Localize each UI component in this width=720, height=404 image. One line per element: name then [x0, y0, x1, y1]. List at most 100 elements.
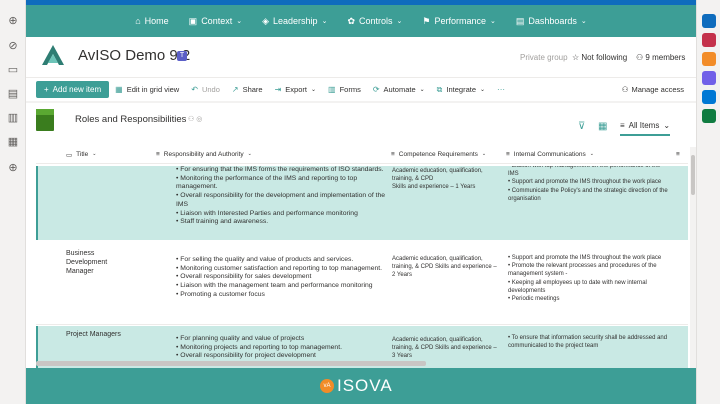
- isova-badge-icon: vA: [320, 379, 334, 393]
- chevron-down-icon: ⌄: [92, 151, 97, 157]
- right-rail-app-icon-2[interactable]: [702, 52, 716, 66]
- column-header-2[interactable]: ≡ Competence Requirements ⌄: [391, 151, 486, 158]
- nav-item-label: Leadership: [273, 16, 318, 26]
- list-view-icon: ≡: [620, 121, 625, 130]
- responsibility-item: For planning quality and value of projec…: [176, 335, 388, 344]
- nav-item-home[interactable]: ⌂ Home: [125, 5, 178, 37]
- forms-button[interactable]: ▥ Forms: [322, 85, 367, 94]
- automate-icon: ⟳: [372, 85, 380, 94]
- column-header-1[interactable]: ≡ Responsibility and Authority ⌄: [156, 151, 252, 158]
- star-icon: ☆: [572, 53, 580, 62]
- chevron-down-icon: ⌄: [396, 18, 403, 25]
- responsibility-item: Staff training and awareness.: [176, 218, 388, 227]
- left-rail-icon-2[interactable]: ▭: [7, 64, 19, 76]
- more-icon: ···: [497, 85, 506, 94]
- automate-button[interactable]: ⟳ Automate ⌄: [367, 85, 431, 94]
- right-rail-app-icon-0[interactable]: [702, 14, 716, 28]
- left-rail-icon-5[interactable]: ▦: [7, 136, 19, 148]
- follow-button[interactable]: ☆ Not following: [572, 53, 627, 62]
- nav-item-leadership[interactable]: ◈ Leadership ⌄: [252, 5, 337, 37]
- horizontal-scrollbar[interactable]: [36, 361, 426, 366]
- scrollbar-thumb[interactable]: [691, 155, 695, 195]
- cmd-label: Export: [285, 85, 307, 94]
- integrate-button[interactable]: ⧉ Integrate ⌄: [431, 85, 491, 95]
- responsibility-item: Monitoring projects and reporting to top…: [176, 344, 388, 353]
- nav-item-controls[interactable]: ✿ Controls ⌄: [337, 5, 412, 37]
- competence-cell: Academic education, qualification, train…: [392, 337, 497, 360]
- right-rail-app-icon-4[interactable]: [702, 90, 716, 104]
- filter-icon[interactable]: ⊽: [578, 121, 585, 132]
- aviso-logo[interactable]: [40, 43, 66, 69]
- manage-access-button[interactable]: ⚇ Manage access: [622, 85, 684, 94]
- members-label: 9 members: [645, 53, 686, 62]
- responsibility-item: For selling the quality and value of pro…: [176, 256, 388, 265]
- nav-item-context[interactable]: ▣ Context ⌄: [179, 5, 252, 37]
- undo-button[interactable]: ↶ Undo: [185, 85, 226, 94]
- chevron-down-icon: ⌄: [321, 18, 328, 25]
- responsibility-item: Overall responsibility for the developme…: [176, 192, 388, 209]
- left-rail-icon-1[interactable]: ⊘: [7, 40, 19, 52]
- vertical-scrollbar[interactable]: [690, 147, 696, 368]
- chevron-down-icon: ⌄: [480, 87, 486, 93]
- command-bar: + Add new item ▦ Edit in grid view ↶ Undo ↗ S…: [26, 77, 696, 101]
- right-rail-app-icon-5[interactable]: [702, 109, 716, 123]
- left-app-rail: ⊕ ⊘ ▭ ▤ ▥ ▦ ⊕: [0, 0, 26, 404]
- cmd-label: Forms: [339, 85, 361, 94]
- more-button[interactable]: ···: [491, 85, 511, 94]
- column-type-icon: ≡: [156, 151, 160, 158]
- members-button[interactable]: ⚇ 9 members: [636, 53, 685, 62]
- row-title[interactable]: Project Managers: [66, 330, 136, 339]
- chevron-down-icon: ⌄: [580, 18, 587, 25]
- responsibility-item: Monitoring customer satisfaction and rep…: [176, 265, 388, 274]
- left-rail-icon-4[interactable]: ▥: [7, 112, 19, 124]
- column-header-label: Competence Requirements: [398, 151, 478, 158]
- column-type-icon: ≡: [391, 151, 395, 158]
- list-title[interactable]: Roles and Responsibilities: [75, 114, 186, 125]
- list-area: Roles and Responsibilities ⚇ ◎ ⊽ ▦ ≡ All…: [26, 103, 696, 368]
- column-header-0[interactable]: ▭ Title ⌄: [66, 151, 96, 159]
- person-icon: ⚇: [621, 85, 629, 94]
- right-rail-app-icon-3[interactable]: [702, 71, 716, 85]
- footer-brand: ISOVA: [337, 376, 393, 395]
- communications-list: Liaison with top management on the perfo…: [508, 166, 668, 203]
- communication-item: Keeping all employees up to date with ne…: [508, 279, 668, 295]
- row-title[interactable]: Business Development Manager: [66, 249, 136, 276]
- left-rail-icon-3[interactable]: ▤: [7, 88, 19, 100]
- grid-view-icon[interactable]: ▦: [598, 121, 607, 132]
- left-rail-icon-0[interactable]: ⊕: [7, 15, 19, 27]
- nav-item-label: Controls: [358, 16, 393, 26]
- home-icon: ⌂: [135, 16, 141, 26]
- communications-list: To ensure that information security shal…: [508, 334, 668, 350]
- export-button[interactable]: ⇥ Export ⌄: [269, 85, 322, 94]
- add-new-item-button[interactable]: + Add new item: [36, 81, 110, 98]
- flag-icon: ⚑: [422, 15, 431, 26]
- communication-item: To ensure that information security shal…: [508, 334, 668, 350]
- nav-item-label: Dashboards: [528, 16, 577, 26]
- responsibility-list: For planning quality and value of projec…: [176, 335, 388, 361]
- table-row[interactable]: Business Development Manager For selling …: [36, 243, 688, 325]
- communication-item: Promote the relevant processes and proce…: [508, 262, 668, 278]
- teams-icon[interactable]: T: [177, 51, 187, 61]
- site-title[interactable]: AvISO Demo 9.2: [78, 47, 190, 64]
- column-header-3[interactable]: ≡ Internal Communications ⌄: [506, 151, 594, 158]
- nav-item-dashboards[interactable]: ▤ Dashboards ⌄: [506, 5, 597, 37]
- right-rail-app-icon-1[interactable]: [702, 33, 716, 47]
- chevron-down-icon: ⌄: [310, 87, 317, 93]
- nav-item-performance[interactable]: ⚑ Performance ⌄: [412, 5, 505, 37]
- view-selector[interactable]: ≡ All Items ⌄: [620, 121, 671, 136]
- column-type-icon: ▭: [66, 152, 73, 159]
- share-button[interactable]: ↗ Share: [226, 85, 269, 94]
- edit-in-grid-view-button[interactable]: ▦ Edit in grid view: [109, 85, 185, 94]
- list-icon: [36, 109, 54, 131]
- column-headers: ▭ Title ⌄ ≡ Responsibility and Authority ⌄ ≡ Co…: [36, 147, 688, 164]
- person-icon: ⚇: [636, 53, 644, 62]
- table-row[interactable]: For ensuring that the IMS forms the requ…: [36, 166, 688, 240]
- column-header-label: Internal Communications: [513, 151, 586, 158]
- chevron-down-icon: ⌄: [589, 151, 594, 157]
- forms-icon: ▥: [328, 85, 336, 94]
- list-settings-icon[interactable]: ⚇ ◎: [188, 115, 202, 123]
- column-header-4[interactable]: ≡: [676, 151, 680, 158]
- left-rail-icon-6[interactable]: ⊕: [7, 162, 19, 174]
- footer: vA ISOVA: [26, 368, 696, 404]
- chevron-down-icon: ⌄: [419, 87, 425, 93]
